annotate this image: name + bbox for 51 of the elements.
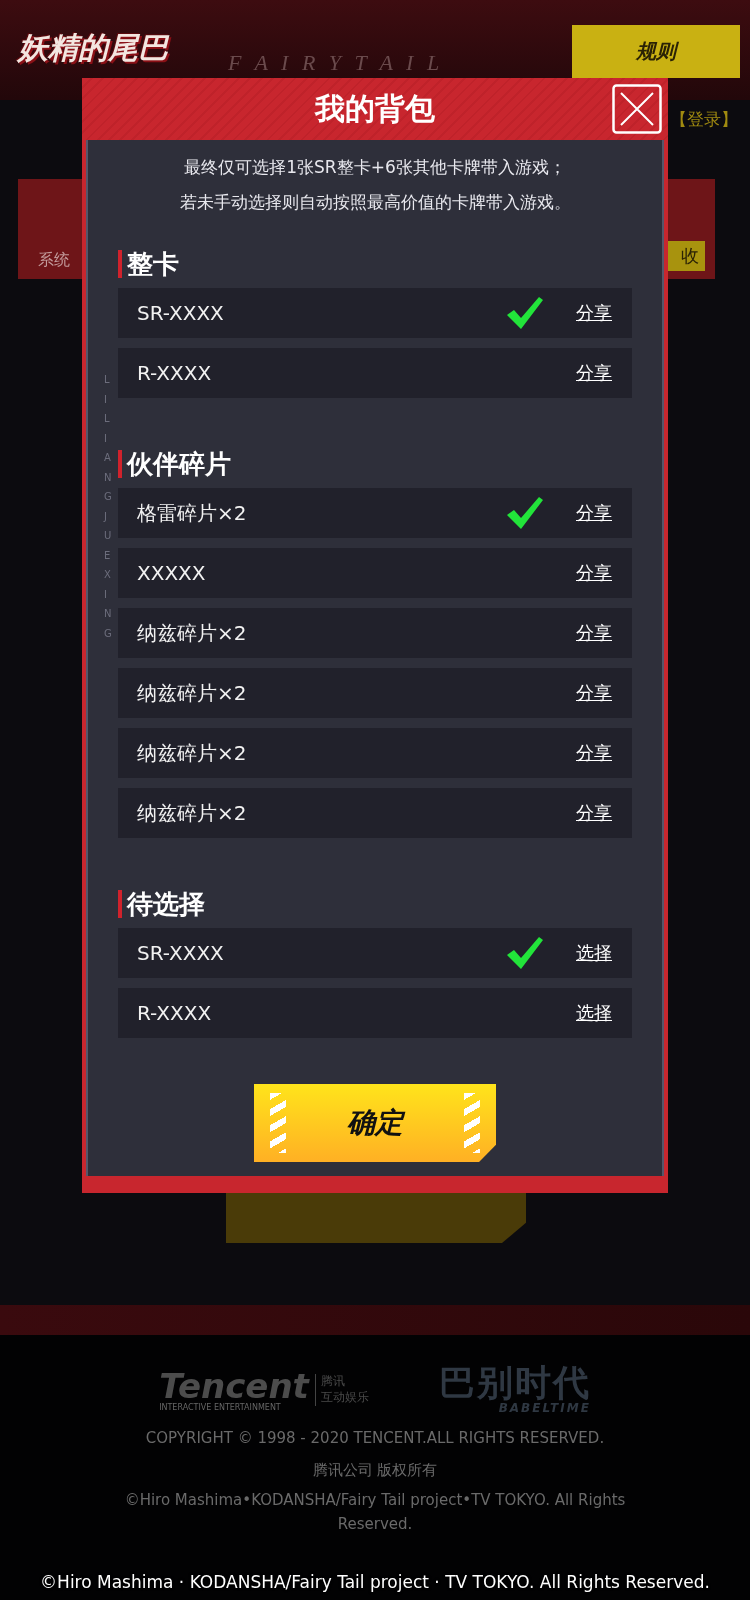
confirm-button[interactable]: 确定 bbox=[254, 1084, 496, 1162]
card-row[interactable]: SR-XXXX 选择 bbox=[118, 928, 632, 978]
section-title: 整卡 bbox=[127, 247, 179, 281]
license-text: ©Hiro Mashima•KODANSHA/Fairy Tail project•TV TOKYO. All Rights Reserved. bbox=[123, 1490, 627, 1535]
logo-tagline: INTERACTIVE ENTERTAINMENT bbox=[159, 1402, 282, 1412]
action-link[interactable]: 分享 bbox=[576, 741, 612, 765]
action-link[interactable]: 分享 bbox=[576, 561, 612, 585]
card-name: XXXXX bbox=[137, 561, 206, 585]
card-row[interactable]: 纳兹碎片×2 分享 bbox=[118, 728, 632, 778]
card-name: SR-XXXX bbox=[137, 941, 224, 965]
tencent-logo: Tencent bbox=[159, 1368, 309, 1403]
action-link[interactable]: 选择 bbox=[576, 1001, 612, 1025]
notice-text: 若未手动选择则自动按照最高价值的卡牌带入游戏。 bbox=[178, 191, 572, 214]
section-title: 待选择 bbox=[127, 887, 205, 921]
card-row[interactable]: 格雷碎片×2 分享 bbox=[118, 488, 632, 538]
action-link[interactable]: 分享 bbox=[576, 621, 612, 645]
logo-chinese-text: 腾讯 互动娱乐 bbox=[314, 1374, 369, 1406]
card-row[interactable]: 纳兹碎片×2 分享 bbox=[118, 668, 632, 718]
card-label: 系统 bbox=[38, 250, 70, 271]
action-link[interactable]: 分享 bbox=[576, 801, 612, 825]
card-row[interactable]: 纳兹碎片×2 分享 bbox=[118, 788, 632, 838]
action-link[interactable]: 分享 bbox=[576, 681, 612, 705]
dialog-title: 我的背包 bbox=[315, 89, 435, 128]
card-name: 纳兹碎片×2 bbox=[137, 679, 247, 707]
notice-text: 最终仅可选择1张SR整卡+6张其他卡牌带入游戏； bbox=[183, 156, 567, 179]
action-link[interactable]: 选择 bbox=[576, 941, 612, 965]
rights-text: 腾讯公司 版权所有 bbox=[312, 1461, 438, 1480]
card-name: 纳兹碎片×2 bbox=[137, 739, 247, 767]
card-row[interactable]: XXXXX 分享 bbox=[118, 548, 632, 598]
card-name: R-XXXX bbox=[137, 1001, 212, 1025]
login-link[interactable]: 【登录】 bbox=[670, 108, 738, 131]
card-row[interactable]: 纳兹碎片×2 分享 bbox=[118, 608, 632, 658]
action-link[interactable]: 分享 bbox=[576, 361, 612, 385]
brand-text: F A I R Y T A I L bbox=[228, 50, 444, 76]
caption-text: ©Hiro Mashima · KODANSHA/Fairy Tail project · TV TOKYO. All Rights Reserved. bbox=[39, 1572, 711, 1592]
rules-button[interactable]: 规则 bbox=[572, 25, 740, 78]
section-title: 伙伴碎片 bbox=[127, 447, 231, 481]
vertical-text: LILIANGJUEXING bbox=[104, 373, 112, 641]
card-name: 纳兹碎片×2 bbox=[137, 799, 247, 827]
logo-subtitle: BABELTIME bbox=[498, 1401, 591, 1415]
card-row[interactable]: SR-XXXX 分享 bbox=[118, 288, 632, 338]
card-name: 格雷碎片×2 bbox=[137, 499, 247, 527]
card-name: 纳兹碎片×2 bbox=[137, 619, 247, 647]
card-name: SR-XXXX bbox=[137, 301, 224, 325]
copyright-text: COPYRIGHT © 1998 - 2020 TENCENT.ALL RIGHTS RESERVED. bbox=[145, 1429, 605, 1447]
card-name: R-XXXX bbox=[137, 361, 212, 385]
card-row[interactable]: R-XXXX 分享 bbox=[118, 348, 632, 398]
action-link[interactable]: 分享 bbox=[576, 301, 612, 325]
game-logo: 妖精的尾巴 bbox=[18, 29, 168, 67]
card-row[interactable]: R-XXXX 选择 bbox=[118, 988, 632, 1038]
action-link[interactable]: 分享 bbox=[576, 501, 612, 525]
